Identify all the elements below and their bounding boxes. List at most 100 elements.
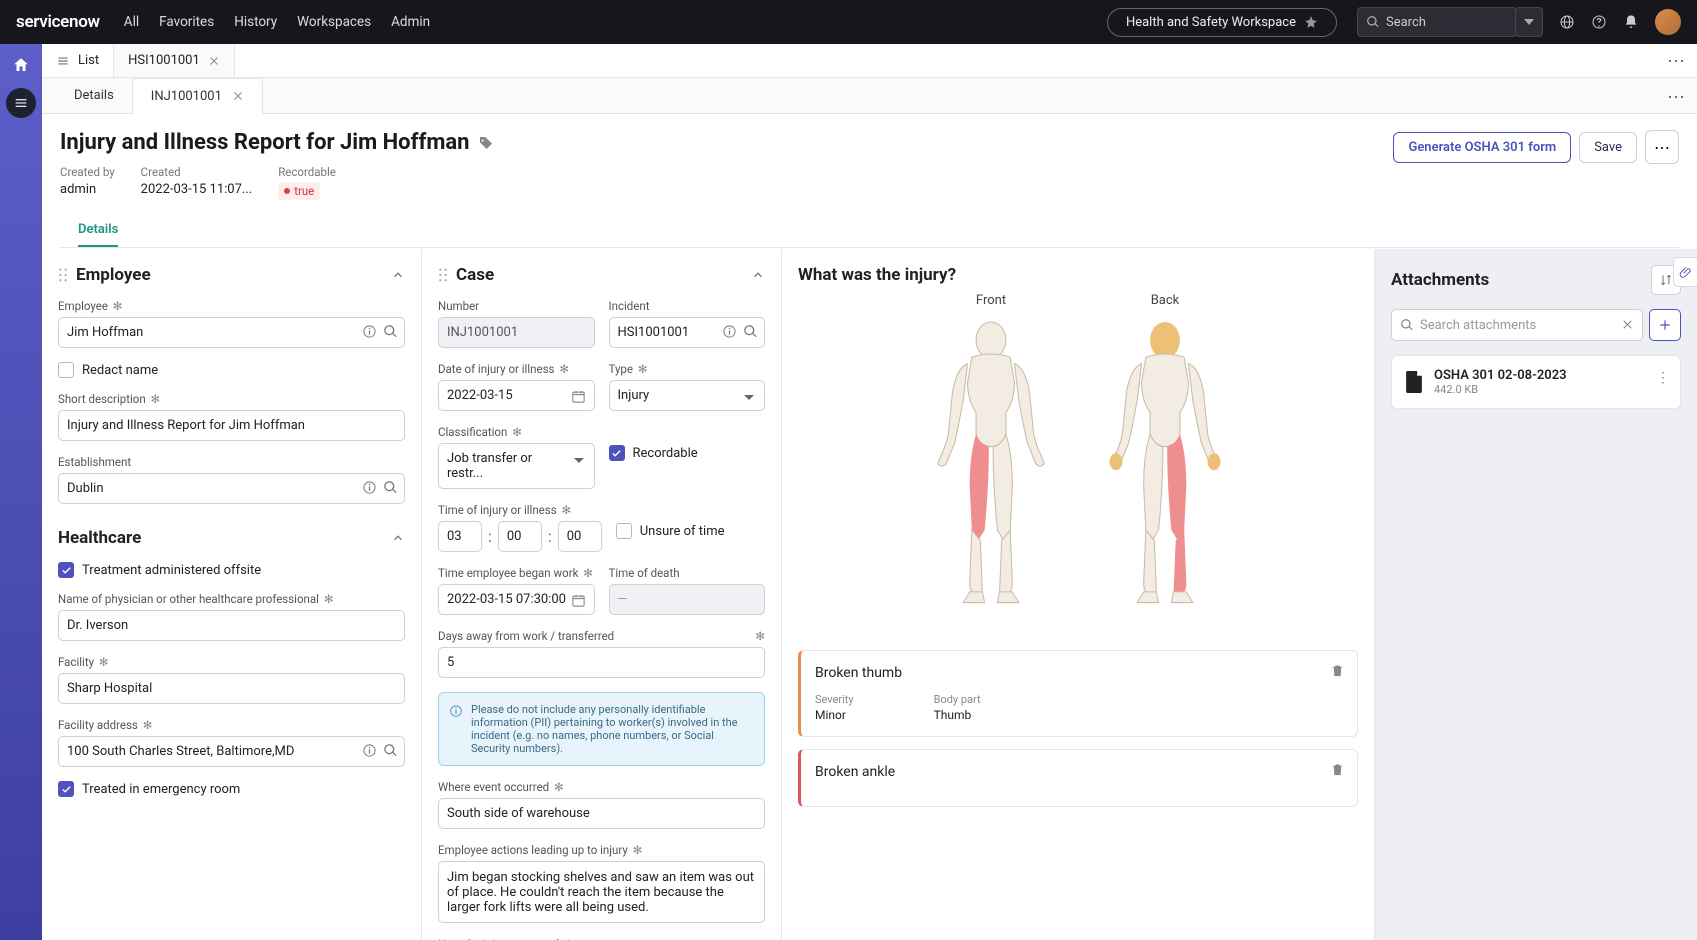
trash-icon — [1330, 663, 1345, 678]
generate-osha-button[interactable]: Generate OSHA 301 form — [1393, 132, 1571, 163]
date-input[interactable]: 2022-03-15 — [438, 380, 595, 411]
recordable-badge: true — [278, 182, 320, 200]
time-label: Time of injury or illness ✻ — [438, 503, 602, 517]
globe-icon[interactable] — [1559, 14, 1575, 30]
attachments-search-input[interactable]: Search attachments — [1391, 309, 1643, 341]
info-icon[interactable] — [362, 480, 377, 495]
class-label: Classification ✻ — [438, 425, 595, 439]
subtabs-more-icon[interactable]: ⋯ — [1667, 87, 1685, 108]
injury-delete-button[interactable] — [1330, 762, 1345, 781]
form-tab-details[interactable]: Details — [78, 214, 118, 247]
calendar-icon — [571, 389, 586, 404]
employee-section-header[interactable]: Employee — [58, 265, 405, 285]
attachment-card[interactable]: OSHA 301 02-08-2023 442.0 KB ⋮ — [1391, 355, 1681, 409]
injury-card[interactable]: Broken ankle — [798, 749, 1358, 807]
info-icon[interactable] — [362, 743, 377, 758]
header-utilities — [1559, 9, 1681, 35]
body-back-svg[interactable] — [1101, 316, 1229, 616]
offsite-checkbox[interactable]: Treatment administered offsite — [58, 562, 405, 578]
global-header: servicenow All Favorites History Workspa… — [0, 0, 1697, 44]
number-input: INJ1001001 — [438, 317, 595, 348]
info-icon[interactable] — [362, 324, 377, 339]
home-icon[interactable] — [12, 56, 30, 74]
physician-input[interactable]: Dr. Iverson — [58, 610, 405, 641]
where-input[interactable]: South side of warehouse — [438, 798, 765, 829]
establishment-input[interactable]: Dublin — [58, 473, 405, 504]
time-hour-input[interactable]: 03 — [438, 521, 482, 552]
close-icon[interactable] — [232, 90, 244, 102]
facility-addr-input[interactable]: 100 South Charles Street, Baltimore,MD — [58, 736, 405, 767]
case-section-header[interactable]: Case — [438, 265, 765, 285]
tab-hsi[interactable]: HSI1001001 — [114, 44, 235, 77]
shortdesc-input[interactable]: Injury and Illness Report for Jim Hoffma… — [58, 410, 405, 441]
search-icon[interactable] — [383, 324, 398, 339]
rail-list-button[interactable] — [6, 88, 36, 118]
tabs-more-icon[interactable]: ⋯ — [1667, 51, 1685, 72]
nav-all[interactable]: All — [124, 14, 139, 30]
help-icon[interactable] — [1591, 14, 1607, 30]
er-checkbox[interactable]: Treated in emergency room — [58, 781, 405, 797]
actions-textarea[interactable]: Jim began stocking shelves and saw an it… — [438, 861, 765, 923]
redact-checkbox[interactable]: Redact name — [58, 362, 405, 378]
attachments-search-placeholder: Search attachments — [1420, 318, 1536, 333]
recordable-checkbox[interactable]: Recordable — [609, 445, 766, 461]
more-icon: ⋯ — [1654, 138, 1670, 157]
began-input[interactable]: 2022-03-15 07:30:00 — [438, 584, 595, 615]
search-placeholder: Search — [1386, 15, 1426, 30]
type-select[interactable]: Injury — [609, 380, 766, 411]
header-more-button[interactable]: ⋯ — [1645, 130, 1679, 164]
redact-label: Redact name — [82, 363, 158, 378]
unsure-checkbox[interactable]: Unsure of time — [616, 523, 765, 539]
attachment-add-button[interactable] — [1649, 309, 1681, 341]
nav-admin[interactable]: Admin — [391, 14, 430, 30]
meta-createdby-label: Created by — [60, 165, 115, 179]
incident-input[interactable]: HSI1001001 — [609, 317, 766, 348]
global-search[interactable]: Search — [1357, 7, 1517, 37]
class-select[interactable]: Job transfer or restr... — [438, 443, 595, 489]
days-input[interactable]: 5 — [438, 647, 765, 678]
form-tabs: Details — [60, 214, 1679, 248]
attachment-more-icon[interactable]: ⋮ — [1656, 370, 1670, 386]
number-label: Number — [438, 299, 595, 313]
search-icon[interactable] — [743, 324, 758, 339]
employee-title: Employee — [76, 265, 151, 285]
avatar[interactable] — [1655, 9, 1681, 35]
search-icon[interactable] — [383, 480, 398, 495]
workspace-pill[interactable]: Health and Safety Workspace — [1107, 8, 1337, 37]
bell-icon[interactable] — [1623, 14, 1639, 30]
time-min-input[interactable]: 00 — [498, 521, 542, 552]
chevron-up-icon — [751, 268, 765, 282]
facility-input[interactable]: Sharp Hospital — [58, 673, 405, 704]
body-front-svg[interactable] — [927, 316, 1055, 616]
where-label: Where event occurred ✻ — [438, 780, 765, 794]
record-header: Injury and Illness Report for Jim Hoffma… — [42, 114, 1697, 249]
subtab-inj[interactable]: INJ1001001 — [132, 78, 263, 114]
injury-delete-button[interactable] — [1330, 663, 1345, 682]
tag-icon[interactable] — [478, 135, 494, 151]
injury-card[interactable]: Broken thumb SeverityMinor Body partThum… — [798, 650, 1358, 737]
logo: servicenow — [16, 12, 100, 32]
type-label: Type ✻ — [609, 362, 766, 376]
subtab-inj-label: INJ1001001 — [151, 89, 222, 104]
search-dropdown[interactable] — [1515, 7, 1543, 37]
nav-workspaces[interactable]: Workspaces — [297, 14, 371, 30]
info-icon[interactable] — [722, 324, 737, 339]
tab-list[interactable]: List — [42, 44, 114, 77]
facility-label: Facility ✻ — [58, 655, 405, 669]
attachment-sidebar-toggle[interactable] — [1673, 257, 1697, 287]
close-icon[interactable] — [208, 55, 220, 67]
employee-input[interactable]: Jim Hoffman — [58, 317, 405, 348]
nav-history[interactable]: History — [234, 14, 277, 30]
pii-info-banner: Please do not include any personally ide… — [438, 692, 765, 766]
save-button[interactable]: Save — [1579, 132, 1637, 163]
time-sec-input[interactable]: 00 — [558, 521, 602, 552]
healthcare-section-header[interactable]: Healthcare — [58, 528, 405, 548]
page-title: Injury and Illness Report for Jim Hoffma… — [60, 130, 1393, 155]
incident-label: Incident — [609, 299, 766, 313]
nav-favorites[interactable]: Favorites — [159, 14, 214, 30]
meta-block: Created byadmin Created2022-03-15 11:07.… — [60, 165, 1393, 200]
search-icon[interactable] — [383, 743, 398, 758]
subtab-details[interactable]: Details — [56, 78, 132, 113]
unsure-label: Unsure of time — [640, 524, 725, 539]
clear-icon[interactable] — [1621, 318, 1634, 331]
